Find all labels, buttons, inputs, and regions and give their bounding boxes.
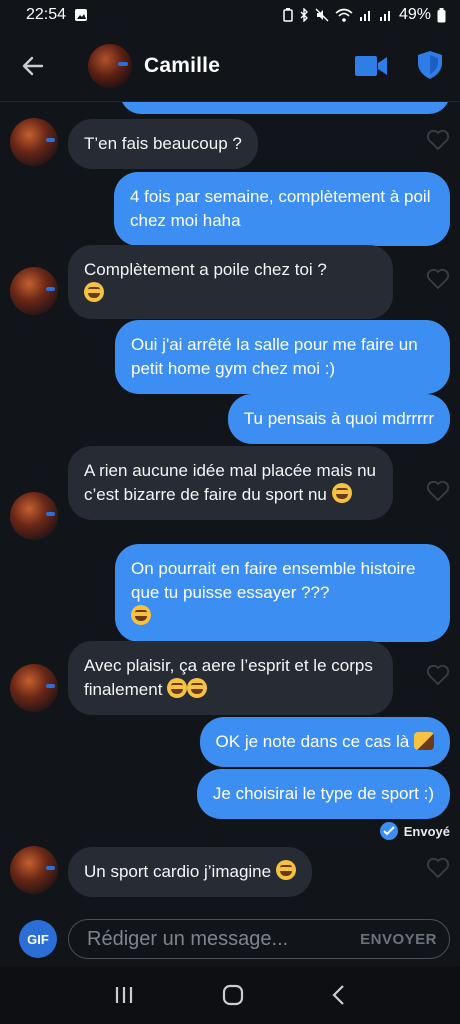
message-list[interactable]: T’en fais beaucoup ? 4 fois par semaine,… (0, 102, 460, 910)
message-input[interactable]: Rédiger un message... ENVOYER (68, 919, 450, 959)
message-bubble-outgoing[interactable] (120, 102, 450, 114)
signal-icon (359, 11, 370, 21)
message-text: Oui j'ai arrêté la salle pour me faire u… (131, 335, 418, 378)
mute-icon (315, 8, 329, 22)
battery-percent: 49% (398, 6, 431, 23)
contact-avatar-small[interactable] (10, 492, 58, 540)
gallery-notification-icon (75, 9, 88, 21)
battery-icon (437, 7, 446, 22)
laughing-emoji (167, 678, 188, 698)
heart-outline-icon[interactable] (426, 664, 450, 686)
recent-apps-icon[interactable] (113, 985, 135, 1005)
message-text: Je choisirai le type de sport :) (212, 784, 434, 803)
rofl-emoji (131, 605, 151, 625)
writing-hand-emoji (414, 732, 434, 750)
contact-avatar-small[interactable] (10, 118, 58, 166)
message-bubble-outgoing[interactable]: Tu pensais à quoi mdrrrrr (227, 394, 450, 444)
status-bar: 22:54 49% (0, 0, 460, 30)
contact-avatar-small[interactable] (10, 664, 58, 712)
shield-icon (418, 51, 442, 79)
message-text: Complètement a poile chez toi ? (84, 260, 327, 279)
message-bubble-incoming[interactable]: Avec plaisir, ça aere l’esprit et le cor… (68, 641, 393, 715)
sent-status: Envoyé (379, 822, 450, 840)
heart-outline-icon[interactable] (426, 857, 450, 879)
system-navigation-bar (0, 966, 460, 1024)
message-text: On pourrait en faire ensemble histoire q… (131, 559, 416, 602)
message-bubble-incoming[interactable]: Un sport cardio j’imagine (68, 847, 312, 897)
message-bubble-incoming[interactable]: T’en fais beaucoup ? (68, 119, 258, 169)
message-bubble-outgoing[interactable]: On pourrait en faire ensemble histoire q… (115, 544, 450, 642)
contact-avatar-small[interactable] (10, 846, 58, 894)
chevron-left-icon[interactable] (331, 984, 347, 1006)
video-call-button[interactable] (354, 54, 388, 78)
chat-header: Camille (0, 30, 460, 102)
back-button[interactable] (16, 49, 50, 83)
message-bubble-outgoing[interactable]: OK je note dans ce cas là (199, 717, 450, 767)
bluetooth-icon (300, 8, 308, 22)
wifi-icon (335, 8, 353, 22)
message-text: T’en fais beaucoup ? (84, 134, 242, 153)
signal-icon-2 (379, 11, 390, 21)
arrow-left-icon (22, 56, 44, 75)
laughing-emoji (187, 678, 208, 698)
message-bubble-incoming[interactable]: A rien aucune idée mal placée mais nu c’… (68, 446, 393, 520)
message-bubble-incoming[interactable]: Complètement a poile chez toi ? (68, 245, 393, 319)
message-text: Un sport cardio j’imagine (84, 862, 272, 881)
video-camera-icon (355, 56, 387, 76)
message-input-placeholder: Rédiger un message... (87, 927, 289, 950)
message-bubble-outgoing[interactable]: Oui j'ai arrêté la salle pour me faire u… (115, 320, 450, 394)
laughing-emoji (84, 282, 104, 302)
sent-status-label: Envoyé (403, 823, 450, 839)
message-text: Tu pensais à quoi mdrrrrr (243, 409, 434, 428)
battery-saver-icon (283, 8, 293, 22)
message-text: OK je note dans ce cas là (215, 732, 410, 751)
contact-avatar[interactable] (88, 43, 132, 88)
message-text: Avec plaisir, ça aere l’esprit et le cor… (84, 656, 373, 699)
heart-outline-icon[interactable] (426, 268, 450, 290)
home-icon[interactable] (222, 984, 244, 1006)
heart-outline-icon[interactable] (426, 129, 450, 151)
heart-outline-icon[interactable] (426, 480, 450, 502)
message-bubble-outgoing[interactable]: Je choisirai le type de sport :) (196, 769, 450, 819)
message-text: 4 fois par semaine, complètement à poil … (130, 187, 431, 230)
message-bubble-outgoing[interactable]: 4 fois par semaine, complètement à poil … (114, 172, 450, 246)
contact-name[interactable]: Camille (144, 54, 220, 78)
safety-button[interactable] (417, 50, 443, 80)
contact-avatar-small[interactable] (10, 267, 58, 315)
laughing-emoji (331, 483, 352, 503)
smirk-emoji (275, 860, 296, 880)
message-composer: GIF Rédiger un message... ENVOYER (0, 910, 460, 966)
send-button[interactable]: ENVOYER (360, 931, 437, 948)
sent-check-icon (379, 822, 398, 840)
status-time: 22:54 (26, 6, 67, 23)
gif-button[interactable]: GIF (19, 920, 57, 958)
